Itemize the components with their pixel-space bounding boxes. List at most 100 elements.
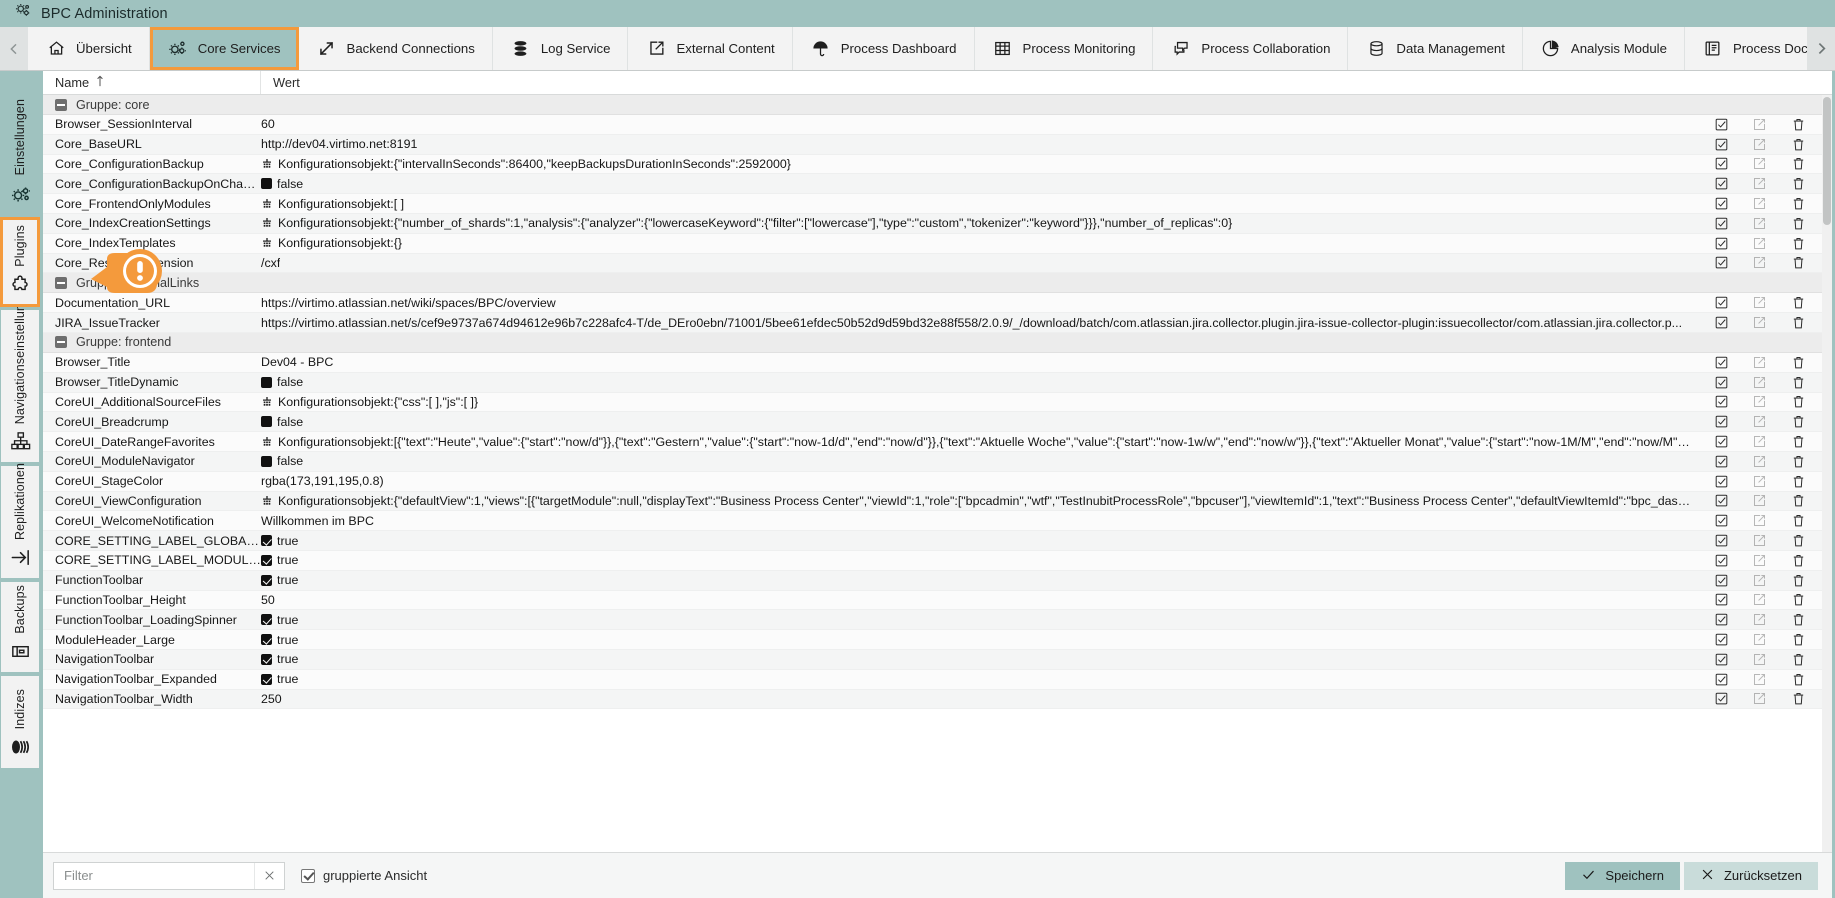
trash-icon[interactable] bbox=[1790, 433, 1807, 450]
rail-item-einstellungen[interactable]: Einstellungen bbox=[1, 74, 39, 214]
tab-data-management[interactable]: Data Management bbox=[1348, 27, 1523, 70]
checkbox-checked-icon[interactable] bbox=[1713, 215, 1730, 232]
chevron-right-icon[interactable] bbox=[1807, 27, 1835, 70]
trash-icon[interactable] bbox=[1790, 591, 1807, 608]
chevron-left-icon[interactable] bbox=[0, 27, 28, 70]
group-row[interactable]: Gruppe: externalLinks bbox=[43, 273, 1832, 294]
trash-icon[interactable] bbox=[1790, 374, 1807, 391]
table-row[interactable]: NavigationToolbar_Expanded true bbox=[43, 669, 1832, 690]
trash-icon[interactable] bbox=[1790, 473, 1807, 490]
tab-analysis-module[interactable]: Analysis Module bbox=[1522, 27, 1685, 70]
filter-input[interactable] bbox=[54, 862, 254, 889]
tab-process-monitoring[interactable]: Process Monitoring bbox=[974, 27, 1154, 70]
trash-icon[interactable] bbox=[1790, 136, 1807, 153]
rail-item-backups[interactable]: Backups bbox=[1, 582, 39, 672]
collapse-toggle-icon[interactable] bbox=[55, 336, 67, 349]
table-row[interactable]: Core_ConfigurationBackupOnChange false bbox=[43, 174, 1832, 195]
checkbox-checked-icon[interactable] bbox=[1713, 413, 1730, 430]
group-row[interactable]: Gruppe: frontend bbox=[43, 332, 1832, 353]
table-row[interactable]: Browser_SessionInterval 60 bbox=[43, 115, 1832, 135]
trash-icon[interactable] bbox=[1790, 235, 1807, 252]
table-row[interactable]: Core_BaseURL http://dev04.virtimo.net:819… bbox=[43, 134, 1832, 155]
trash-icon[interactable] bbox=[1790, 453, 1807, 470]
trash-icon[interactable] bbox=[1790, 314, 1807, 331]
table-row[interactable]: Core_IndexTemplates Konfigurationsobjekt:… bbox=[43, 233, 1832, 254]
table-row[interactable]: CORE_SETTING_LABEL_GLOBALDATERA... true bbox=[43, 531, 1832, 551]
tab-external-content[interactable]: External Content bbox=[628, 27, 793, 70]
trash-icon[interactable] bbox=[1790, 195, 1807, 212]
rail-item-plugins[interactable]: Plugins bbox=[0, 217, 40, 307]
trash-icon[interactable] bbox=[1790, 690, 1807, 707]
checkbox-checked-icon[interactable] bbox=[1713, 374, 1730, 391]
checkbox-checked-icon[interactable] bbox=[1713, 611, 1730, 628]
table-row[interactable]: CoreUI_AdditionalSourceFiles Konfiguratio… bbox=[43, 392, 1832, 413]
checkbox-checked-icon[interactable] bbox=[1713, 314, 1730, 331]
table-row[interactable]: Core_ConfigurationBackup Konfigurationsob… bbox=[43, 154, 1832, 175]
checkbox-checked-icon[interactable] bbox=[1713, 393, 1730, 410]
trash-icon[interactable] bbox=[1790, 215, 1807, 232]
checkbox-checked-icon[interactable] bbox=[1713, 175, 1730, 192]
checkbox-checked-icon[interactable] bbox=[1713, 473, 1730, 490]
filter-box[interactable] bbox=[53, 861, 285, 890]
trash-icon[interactable] bbox=[1790, 254, 1807, 271]
rail-item-replikationen[interactable]: Replikationen bbox=[1, 463, 39, 578]
table-row[interactable]: CoreUI_ModuleNavigator false bbox=[43, 451, 1832, 472]
trash-icon[interactable] bbox=[1790, 116, 1807, 133]
table-row[interactable]: Browser_TitleDynamic false bbox=[43, 372, 1832, 393]
checkbox-checked-icon[interactable] bbox=[1713, 492, 1730, 509]
trash-icon[interactable] bbox=[1790, 552, 1807, 569]
group-row[interactable]: Gruppe: core bbox=[43, 95, 1832, 115]
rail-item-navigationseinstellung[interactable]: Navigationseinstellung bbox=[1, 297, 39, 462]
trash-icon[interactable] bbox=[1790, 155, 1807, 172]
rail-item-indizes[interactable]: Indizes bbox=[1, 676, 39, 768]
checkbox-checked-icon[interactable] bbox=[1713, 690, 1730, 707]
trash-icon[interactable] bbox=[1790, 671, 1807, 688]
tab-core-services[interactable]: Core Services bbox=[149, 27, 299, 70]
tab-process-dashboard[interactable]: Process Dashboard bbox=[792, 27, 975, 70]
trash-icon[interactable] bbox=[1790, 175, 1807, 192]
checkbox-checked-icon[interactable] bbox=[1713, 572, 1730, 589]
checkbox-checked-icon[interactable] bbox=[1713, 512, 1730, 529]
trash-icon[interactable] bbox=[1790, 294, 1807, 311]
grouped-view-toggle[interactable]: gruppierte Ansicht bbox=[301, 868, 427, 883]
column-header-name[interactable]: Name bbox=[43, 71, 261, 94]
column-header-wert[interactable]: Wert bbox=[261, 71, 1832, 94]
trash-icon[interactable] bbox=[1790, 631, 1807, 648]
checkbox-checked-icon[interactable] bbox=[1713, 116, 1730, 133]
checkbox-checked-icon[interactable] bbox=[1713, 136, 1730, 153]
table-row[interactable]: JIRA_IssueTracker https://virtimo.atlassi… bbox=[43, 313, 1832, 333]
table-row[interactable]: Core_RestURLExtension/cxf bbox=[43, 253, 1832, 274]
collapse-toggle-icon[interactable] bbox=[55, 276, 67, 289]
checkbox-checked-icon[interactable] bbox=[1713, 433, 1730, 450]
trash-icon[interactable] bbox=[1790, 572, 1807, 589]
table-row[interactable]: CoreUI_DateRangeFavorites Konfigurationso… bbox=[43, 432, 1832, 452]
trash-icon[interactable] bbox=[1790, 532, 1807, 549]
table-row[interactable]: CoreUI_WelcomeNotification Willkommen im … bbox=[43, 511, 1832, 532]
reset-button[interactable]: Zurücksetzen bbox=[1683, 861, 1818, 890]
checkbox-checked-icon[interactable] bbox=[1713, 254, 1730, 271]
table-row[interactable]: NavigationToolbar_Width 250 bbox=[43, 689, 1832, 710]
close-icon[interactable] bbox=[254, 862, 284, 889]
checkbox-checked-icon[interactable] bbox=[1713, 294, 1730, 311]
checkbox-checked-icon[interactable] bbox=[1713, 195, 1730, 212]
table-row[interactable]: NavigationToolbar true bbox=[43, 649, 1832, 670]
trash-icon[interactable] bbox=[1790, 512, 1807, 529]
tab-uebersicht[interactable]: Übersicht bbox=[28, 27, 150, 70]
table-row[interactable]: CORE_SETTING_LABEL_MODULEHEADER... true bbox=[43, 550, 1832, 571]
checkbox-checked-icon[interactable] bbox=[1713, 591, 1730, 608]
checkbox-checked-icon[interactable] bbox=[1713, 671, 1730, 688]
checkbox-checked-icon[interactable] bbox=[1713, 354, 1730, 371]
table-row[interactable]: Browser_Title Dev04 - BPC bbox=[43, 352, 1832, 373]
table-row[interactable]: Core_FrontendOnlyModules Konfigurationsob… bbox=[43, 194, 1832, 214]
trash-icon[interactable] bbox=[1790, 354, 1807, 371]
collapse-toggle-icon[interactable] bbox=[55, 98, 67, 111]
table-row[interactable]: CoreUI_Breadcrump false bbox=[43, 412, 1832, 433]
table-row[interactable]: FunctionToolbar_Height 50 bbox=[43, 590, 1832, 611]
checkbox-checked-icon[interactable] bbox=[1713, 552, 1730, 569]
table-row[interactable]: CoreUI_ViewConfiguration Konfigurationsob… bbox=[43, 491, 1832, 512]
checkbox-checked-icon[interactable] bbox=[1713, 235, 1730, 252]
checkbox-checked-icon[interactable] bbox=[1713, 631, 1730, 648]
save-button[interactable]: Speichern bbox=[1565, 861, 1680, 890]
scrollbar-thumb[interactable] bbox=[1823, 97, 1831, 225]
table-row[interactable]: Documentation_URL https://virtimo.atlassi… bbox=[43, 293, 1832, 314]
